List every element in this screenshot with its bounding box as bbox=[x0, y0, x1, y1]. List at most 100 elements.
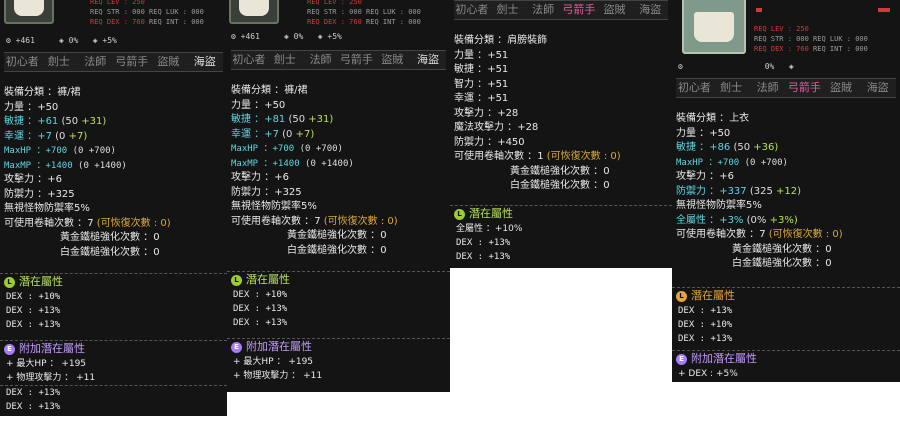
potential-section: L 潛在屬性 DEX : +13% DEX : +10% DEX : +13% bbox=[672, 287, 900, 346]
gold-hammer-line: 黃金鐵槌強化次數 ：0 bbox=[732, 243, 832, 255]
potential-icon: L bbox=[676, 290, 687, 302]
potential-line: DEX : +13% bbox=[456, 238, 511, 248]
item-tooltip-4: REQ LEV : 250 REQ STR : 000 REQ LUK : 00… bbox=[672, 0, 900, 382]
category-line: 裝備分類 ：褲/裙 bbox=[4, 87, 81, 98]
potential-line: DEX : +13% bbox=[6, 320, 61, 330]
potential-line: DEX : +13% bbox=[6, 306, 61, 316]
dex-line: 敏捷 ：+86 (50 +36) bbox=[676, 142, 779, 153]
scroll-line: 可使用卷軸次數 ：7 (可恢復次數 : 0) bbox=[4, 217, 171, 229]
atk-line: 攻擊力 ：+28 bbox=[454, 107, 519, 119]
tab-warrior[interactable]: 劍士 bbox=[41, 53, 78, 71]
tab-archer[interactable]: 弓箭手 bbox=[338, 51, 374, 69]
bonus-potential-title: E 附加潛在屬性 bbox=[672, 351, 900, 367]
white-hammer-line: 白金鐵槌強化次數 ：0 bbox=[510, 180, 610, 191]
potential-title: L 潛在屬性 bbox=[450, 206, 672, 222]
tab-thief[interactable]: 盜賊 bbox=[374, 51, 410, 69]
job-tabs: 初心者 劍士 法師 弓箭手 盜賊 海盜 bbox=[454, 0, 668, 20]
tab-beginner[interactable]: 初心者 bbox=[676, 79, 713, 97]
potential-line: DEX : +10% bbox=[233, 290, 288, 300]
top-stats: ⚙ +461 ◈ 0% ◈ +5% bbox=[6, 36, 117, 45]
dex-line: 敏捷 ：+51 bbox=[454, 64, 509, 75]
bonus-line: + DEX : +5% bbox=[678, 369, 738, 379]
category-line: 裝備分類 ：上衣 bbox=[676, 113, 750, 124]
category-line: 裝備分類 ：肩膀裝飾 bbox=[454, 35, 548, 46]
tab-magician[interactable]: 法師 bbox=[749, 79, 786, 97]
item-thumbnail bbox=[229, 0, 279, 24]
luk-line: 幸運 ：+51 bbox=[454, 93, 509, 104]
str-line: 力量 ：+50 bbox=[676, 127, 731, 139]
tab-beginner[interactable]: 初心者 bbox=[454, 1, 490, 19]
potential-line: DEX : +13% bbox=[678, 306, 733, 316]
white-hammer-line: 白金鐵槌強化次數 ：0 bbox=[287, 244, 387, 256]
def-line: 防禦力 ：+450 bbox=[454, 136, 525, 148]
potential-line: DEX : +13% bbox=[6, 388, 61, 398]
potential-section: L 潛在屬性 DEX : +10% DEX : +13% DEX : +13% bbox=[227, 271, 450, 330]
shield-icon: ◈ bbox=[92, 36, 98, 45]
bonus-potential-section: E 附加潛在屬性 + DEX : +5% bbox=[672, 350, 900, 381]
bonus-potential-section: E 附加潛在屬性 + 最大HP ： +195 + 物理攻擊力 ： +11 bbox=[0, 340, 227, 385]
bonus-potential-icon: E bbox=[4, 343, 15, 355]
potential-line: DEX : +13% bbox=[678, 334, 733, 344]
tab-thief[interactable]: 盜賊 bbox=[597, 1, 633, 19]
potential-title: L 潛在屬性 bbox=[0, 274, 227, 290]
shield-icon: ◈ bbox=[317, 32, 323, 41]
shield-icon: ◈ bbox=[284, 32, 289, 41]
bonus-line: + 最大HP ： +195 bbox=[6, 359, 87, 369]
tab-magician[interactable]: 法師 bbox=[77, 53, 114, 71]
tab-pirate[interactable]: 海盜 bbox=[187, 53, 224, 71]
item-thumbnail bbox=[4, 0, 54, 24]
tab-pirate[interactable]: 海盜 bbox=[859, 79, 896, 97]
marker bbox=[756, 8, 762, 12]
str-line: 力量 ：+50 bbox=[231, 99, 286, 111]
str-line: 力量 ：+51 bbox=[454, 49, 509, 61]
potential-title: L 潛在屬性 bbox=[672, 288, 900, 304]
ignore-def-line: 無視怪物防禦率5% bbox=[231, 201, 317, 212]
tab-warrior[interactable]: 劍士 bbox=[267, 51, 303, 69]
tab-thief[interactable]: 盜賊 bbox=[823, 79, 860, 97]
gold-hammer-line: 黃金鐵槌強化次數 ：0 bbox=[510, 165, 610, 177]
ignore-def-line: 無視怪物防禦率5% bbox=[676, 200, 762, 211]
dex-line: 敏捷 ：+81 (50 +31) bbox=[231, 114, 334, 125]
bonus-line: + 物理攻擊力 ： +11 bbox=[6, 373, 96, 383]
bonus-potential-icon: E bbox=[231, 341, 242, 353]
tab-archer[interactable]: 弓箭手 bbox=[114, 53, 151, 71]
stat-list: 裝備分類 ：褲/裙 力量 ：+50 敏捷 ：+61 (50 +31) 幸運 ：+… bbox=[4, 86, 223, 260]
potential-line: 全屬性 ：+10% bbox=[456, 224, 523, 234]
maxmp-line: MaxMP ：+1400 (0 +1400) bbox=[231, 158, 354, 169]
potential-line: DEX : +13% bbox=[233, 318, 288, 328]
tab-pirate[interactable]: 海盜 bbox=[632, 1, 668, 19]
tab-beginner[interactable]: 初心者 bbox=[4, 53, 41, 71]
item-thumbnail bbox=[682, 0, 746, 54]
req-block: REQ LEV : 250 REQ STR : 000 REQ LUK : 00… bbox=[307, 0, 421, 26]
potential-section: L 潛在屬性 全屬性 ：+10% DEX : +13% DEX : +13% bbox=[450, 205, 672, 264]
top-stats: ⚙ +461 ◈ 0% ◈ +5% bbox=[231, 32, 342, 41]
int-line: 智力 ：+51 bbox=[454, 78, 509, 90]
tab-magician[interactable]: 法師 bbox=[525, 1, 561, 19]
str-line: 力量 ：+50 bbox=[4, 101, 59, 113]
maxhp-line: MaxHP ：+700 (0 +700) bbox=[4, 146, 116, 156]
gear-icon: ⚙ bbox=[6, 36, 11, 45]
bonus-potential-icon: E bbox=[676, 353, 687, 365]
potential-line: DEX : +10% bbox=[678, 320, 733, 330]
potential-icon: L bbox=[231, 274, 242, 286]
shield-icon: ◈ bbox=[788, 62, 794, 71]
tab-warrior[interactable]: 劍士 bbox=[490, 1, 526, 19]
dex-line: 敏捷 ：+61 (50 +31) bbox=[4, 116, 107, 127]
tab-thief[interactable]: 盜賊 bbox=[150, 53, 187, 71]
scroll-line: 可使用卷軸次數 ：1 (可恢復次數 : 0) bbox=[454, 151, 621, 162]
category-line: 裝備分類 ：褲/裙 bbox=[231, 85, 308, 96]
item-tooltip-3: 初心者 劍士 法師 弓箭手 盜賊 海盜 裝備分類 ：肩膀裝飾 力量 ：+51 敏… bbox=[450, 0, 672, 268]
potential-line: DEX : +13% bbox=[456, 252, 511, 262]
gold-hammer-line: 黃金鐵槌強化次數 ：0 bbox=[287, 230, 387, 241]
gear-icon: ⚙ bbox=[678, 62, 683, 71]
extra-potential-box: DEX : +13% DEX : +13% bbox=[0, 385, 227, 416]
tab-beginner[interactable]: 初心者 bbox=[231, 51, 267, 69]
tab-archer[interactable]: 弓箭手 bbox=[786, 79, 823, 97]
tab-pirate[interactable]: 海盜 bbox=[410, 51, 446, 69]
tab-magician[interactable]: 法師 bbox=[303, 51, 339, 69]
job-tabs: 初心者 劍士 法師 弓箭手 盜賊 海盜 bbox=[4, 52, 223, 72]
gold-hammer-line: 黃金鐵槌強化次數 ：0 bbox=[60, 232, 160, 243]
tab-warrior[interactable]: 劍士 bbox=[713, 79, 750, 97]
tab-archer[interactable]: 弓箭手 bbox=[561, 1, 597, 19]
atk-line: 攻擊力 ：+6 bbox=[676, 171, 734, 182]
